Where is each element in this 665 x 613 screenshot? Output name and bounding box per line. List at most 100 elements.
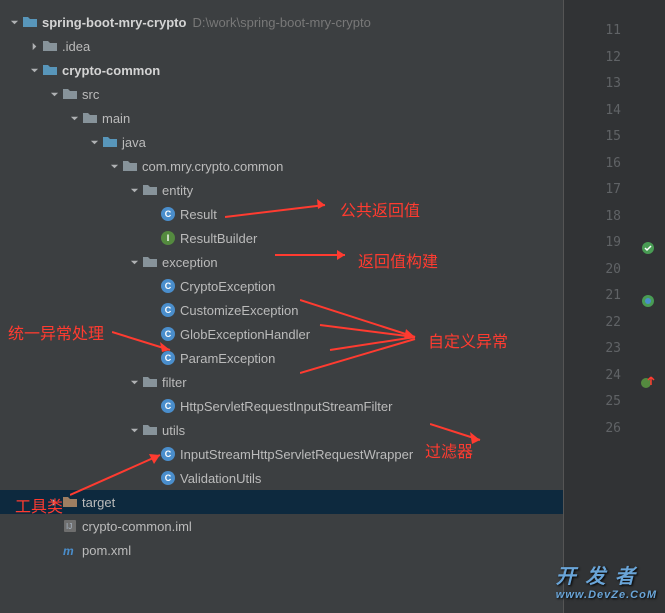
class-icon: C bbox=[160, 206, 176, 222]
chevron-down-icon[interactable] bbox=[128, 256, 140, 268]
tree-item-pom[interactable]: m pom.xml bbox=[0, 538, 563, 562]
tree-item-src[interactable]: src bbox=[0, 82, 563, 106]
line-number: 20 bbox=[564, 257, 621, 284]
editor-gutter: 11121314151617181920212223242526 bbox=[563, 0, 665, 613]
tree-item-main[interactable]: main bbox=[0, 106, 563, 130]
line-number: 17 bbox=[564, 177, 621, 204]
gutter-icons bbox=[635, 0, 665, 613]
chevron-down-icon[interactable] bbox=[88, 136, 100, 148]
project-root-name: spring-boot-mry-crypto bbox=[42, 15, 186, 30]
class-icon: C bbox=[160, 446, 176, 462]
class-icon: C bbox=[160, 398, 176, 414]
maven-file-icon: m bbox=[62, 542, 78, 558]
line-number: 22 bbox=[564, 310, 621, 337]
tree-label: crypto-common bbox=[62, 63, 160, 78]
line-number: 23 bbox=[564, 336, 621, 363]
folder-icon bbox=[22, 14, 38, 30]
class-icon: C bbox=[160, 278, 176, 294]
tree-label: main bbox=[102, 111, 130, 126]
excluded-folder-icon bbox=[62, 494, 78, 510]
tree-label: CustomizeException bbox=[180, 303, 299, 318]
svg-text:C: C bbox=[165, 209, 172, 219]
tree-label: src bbox=[82, 87, 99, 102]
chevron-down-icon[interactable] bbox=[28, 64, 40, 76]
chevron-right-icon[interactable] bbox=[28, 40, 40, 52]
line-number: 11 bbox=[564, 18, 621, 45]
tree-item-exception[interactable]: exception bbox=[0, 250, 563, 274]
tree-label: target bbox=[82, 495, 115, 510]
package-icon bbox=[142, 374, 158, 390]
chevron-right-icon[interactable] bbox=[48, 496, 60, 508]
tree-item-result-builder[interactable]: I ResultBuilder bbox=[0, 226, 563, 250]
line-number: 18 bbox=[564, 204, 621, 231]
chevron-down-icon[interactable] bbox=[128, 376, 140, 388]
project-tree-panel: spring-boot-mry-crypto D:\work\spring-bo… bbox=[0, 0, 563, 613]
tree-item-customize-exception[interactable]: C CustomizeException bbox=[0, 298, 563, 322]
gutter-mark-icon[interactable] bbox=[640, 373, 656, 389]
folder-icon bbox=[42, 38, 58, 54]
chevron-down-icon[interactable] bbox=[8, 16, 20, 28]
svg-text:m: m bbox=[63, 544, 74, 558]
tree-label: filter bbox=[162, 375, 187, 390]
tree-item-idea[interactable]: .idea bbox=[0, 34, 563, 58]
line-number: 25 bbox=[564, 389, 621, 416]
package-icon bbox=[122, 158, 138, 174]
iml-file-icon: IJ bbox=[62, 518, 78, 534]
chevron-down-icon[interactable] bbox=[128, 424, 140, 436]
tree-label: com.mry.crypto.common bbox=[142, 159, 283, 174]
tree-item-package[interactable]: com.mry.crypto.common bbox=[0, 154, 563, 178]
interface-icon: I bbox=[160, 230, 176, 246]
tree-label: utils bbox=[162, 423, 185, 438]
tree-item-crypto-exception[interactable]: C CryptoException bbox=[0, 274, 563, 298]
chevron-down-icon[interactable] bbox=[108, 160, 120, 172]
gutter-mark-icon[interactable] bbox=[640, 240, 656, 256]
line-numbers: 11121314151617181920212223242526 bbox=[564, 0, 635, 613]
class-icon: C bbox=[160, 350, 176, 366]
tree-label: Result bbox=[180, 207, 217, 222]
tree-label: java bbox=[122, 135, 146, 150]
chevron-down-icon[interactable] bbox=[68, 112, 80, 124]
tree-item-filter[interactable]: filter bbox=[0, 370, 563, 394]
tree-label: crypto-common.iml bbox=[82, 519, 192, 534]
line-number: 21 bbox=[564, 283, 621, 310]
line-number: 14 bbox=[564, 98, 621, 125]
package-icon bbox=[142, 254, 158, 270]
tree-item-param-exception[interactable]: C ParamException bbox=[0, 346, 563, 370]
svg-text:C: C bbox=[165, 329, 172, 339]
chevron-down-icon[interactable] bbox=[128, 184, 140, 196]
tree-label: entity bbox=[162, 183, 193, 198]
source-folder-icon bbox=[102, 134, 118, 150]
line-number: 16 bbox=[564, 151, 621, 178]
tree-item-java[interactable]: java bbox=[0, 130, 563, 154]
line-number: 26 bbox=[564, 416, 621, 443]
class-icon: C bbox=[160, 302, 176, 318]
tree-label: pom.xml bbox=[82, 543, 131, 558]
tree-item-crypto-common[interactable]: crypto-common bbox=[0, 58, 563, 82]
svg-text:I: I bbox=[167, 233, 170, 243]
tree-label: ParamException bbox=[180, 351, 275, 366]
tree-item-iml[interactable]: IJ crypto-common.iml bbox=[0, 514, 563, 538]
package-icon bbox=[142, 182, 158, 198]
tree-item-result[interactable]: C Result bbox=[0, 202, 563, 226]
line-number: 24 bbox=[564, 363, 621, 390]
tree-item-http-filter[interactable]: C HttpServletRequestInputStreamFilter bbox=[0, 394, 563, 418]
tree-item-input-stream-wrapper[interactable]: C InputStreamHttpServletRequestWrapper bbox=[0, 442, 563, 466]
tree-item-validation-utils[interactable]: C ValidationUtils bbox=[0, 466, 563, 490]
svg-text:C: C bbox=[165, 281, 172, 291]
tree-item-entity[interactable]: entity bbox=[0, 178, 563, 202]
line-number: 13 bbox=[564, 71, 621, 98]
tree-label: ValidationUtils bbox=[180, 471, 261, 486]
svg-text:C: C bbox=[165, 353, 172, 363]
line-number: 12 bbox=[564, 45, 621, 72]
line-number: 19 bbox=[564, 230, 621, 257]
tree-item-utils[interactable]: utils bbox=[0, 418, 563, 442]
gutter-mark-icon[interactable] bbox=[640, 293, 656, 309]
project-root-row[interactable]: spring-boot-mry-crypto D:\work\spring-bo… bbox=[0, 10, 563, 34]
svg-text:C: C bbox=[165, 305, 172, 315]
tree-item-glob-exception-handler[interactable]: C GlobExceptionHandler bbox=[0, 322, 563, 346]
svg-text:IJ: IJ bbox=[66, 522, 72, 531]
class-icon: C bbox=[160, 326, 176, 342]
watermark-main: 开 发 者 bbox=[556, 566, 637, 588]
tree-item-target[interactable]: target bbox=[0, 490, 563, 514]
chevron-down-icon[interactable] bbox=[48, 88, 60, 100]
